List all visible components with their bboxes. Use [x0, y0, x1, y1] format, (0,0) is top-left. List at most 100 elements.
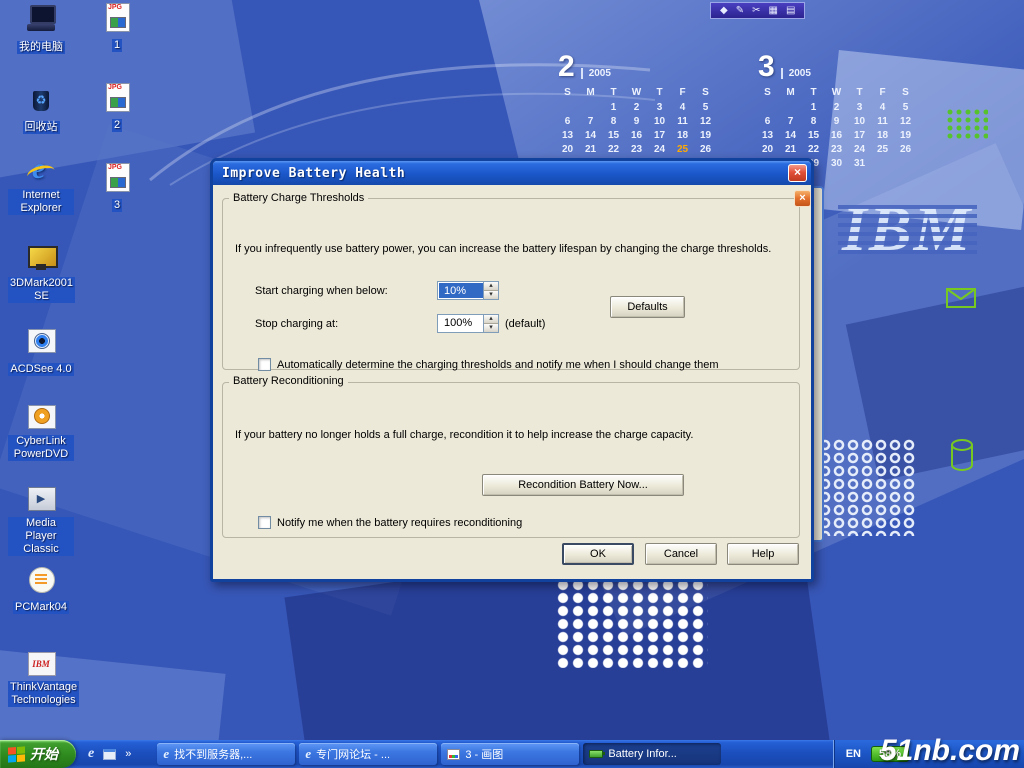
ok-button[interactable]: OK: [562, 543, 634, 565]
desktop-icon-thinkvantage[interactable]: ThinkVantage Technologies: [8, 648, 74, 708]
quick-launch-expand-icon[interactable]: »: [125, 748, 131, 760]
task-label: Battery Infor...: [608, 748, 676, 760]
stop-threshold-value[interactable]: 100%: [438, 315, 483, 332]
calendar-day: 19: [694, 130, 717, 141]
start-button[interactable]: 开始: [0, 740, 76, 768]
desktop-icon-jpg-2[interactable]: JPG 2: [94, 82, 140, 133]
notify-reconditioning-label[interactable]: Notify me when the battery requires reco…: [277, 517, 522, 529]
calendar-day: 6: [756, 116, 779, 127]
calendar-day: 2: [825, 102, 848, 113]
spinner-arrows: ▴ ▾: [483, 315, 498, 332]
desktop: IBM 2 2005 SMTWTFS 123456789101112131415…: [0, 0, 1024, 768]
calendar-weekday: W: [625, 87, 648, 98]
calendar-day: 21: [779, 144, 802, 155]
cylinder-icon: [950, 438, 974, 474]
desktop-icon-label: 3DMark2001 SE: [8, 277, 75, 303]
recondition-battery-button[interactable]: Recondition Battery Now...: [482, 474, 684, 496]
close-icon[interactable]: ×: [788, 164, 807, 182]
desktop-icon-label: ACDSee 4.0: [8, 363, 73, 376]
calendar-weekday: T: [848, 87, 871, 98]
calendar-day: 22: [802, 144, 825, 155]
dialog-titlebar[interactable]: Improve Battery Health ×: [213, 161, 811, 185]
quick-launch: e »: [76, 740, 143, 768]
calendar-month: 3: [758, 54, 775, 80]
calendar-day: 24: [848, 144, 871, 155]
spinner-down-icon[interactable]: ▾: [484, 324, 498, 332]
show-desktop-icon[interactable]: [103, 749, 116, 760]
auto-determine-checkbox[interactable]: [258, 358, 271, 371]
taskbar-task-paint[interactable]: 3 - 画图: [441, 743, 579, 765]
task-buttons: e 找不到服务器,... e 专门网论坛 - ... 3 - 画图 Batter…: [157, 740, 721, 768]
dialog-body: Battery Charge Thresholds If you infrequ…: [213, 185, 811, 579]
calendar-day: 11: [871, 116, 894, 127]
calendar-day: 8: [802, 116, 825, 127]
stop-threshold-spinner[interactable]: 100% ▴ ▾: [437, 314, 499, 333]
auto-determine-label[interactable]: Automatically determine the charging thr…: [277, 359, 718, 371]
calendar-day: 21: [579, 144, 602, 155]
calendar-day: [871, 158, 894, 169]
mini-toolbar-icon[interactable]: ✎: [736, 3, 744, 18]
taskbar-task-forum[interactable]: e 专门网论坛 - ...: [299, 743, 437, 765]
spinner-up-icon[interactable]: ▴: [484, 315, 498, 324]
desktop-icon-acdsee[interactable]: ACDSee 4.0: [8, 326, 74, 377]
calendar-day: 14: [579, 130, 602, 141]
desktop-icon-media-player-classic[interactable]: Media Player Classic: [8, 484, 74, 557]
desktop-icon-pcmark04[interactable]: PCMark04: [8, 564, 74, 615]
quick-launch-ie-icon[interactable]: e: [88, 746, 94, 762]
calendar-weekday: S: [694, 87, 717, 98]
defaults-button[interactable]: Defaults: [610, 296, 685, 318]
calendar-weekday: M: [579, 87, 602, 98]
start-charging-label: Start charging when below:: [255, 285, 388, 297]
mini-toolbar-icon[interactable]: ✂: [752, 3, 760, 18]
calendar-day: 17: [648, 130, 671, 141]
calendar-day: 4: [871, 102, 894, 113]
calendar-year: 2005: [581, 68, 611, 79]
start-threshold-value[interactable]: 10%: [439, 283, 483, 298]
calendar-day: 20: [556, 144, 579, 155]
calendar-weekday: S: [556, 87, 579, 98]
calendar-march: 3 2005 SMTWTFS 1234567891011121314151617…: [756, 54, 917, 169]
mini-toolbar-icon[interactable]: ◆: [720, 3, 728, 18]
taskbar-task-server-not-found[interactable]: e 找不到服务器,...: [157, 743, 295, 765]
spinner-up-icon[interactable]: ▴: [484, 282, 498, 291]
envelope-icon: [946, 288, 976, 308]
calendar-february: 2 2005 SMTWTFS 1234567891011121314151617…: [556, 54, 717, 169]
my-computer-icon: [25, 4, 57, 34]
mini-toolbar-icon[interactable]: ▤: [786, 3, 795, 18]
taskbar-task-battery-information[interactable]: Battery Infor...: [583, 743, 721, 765]
thinkvantage-icon: [25, 648, 57, 678]
language-indicator[interactable]: EN: [846, 748, 861, 760]
start-threshold-spinner[interactable]: 10% ▴ ▾: [437, 281, 499, 300]
calendar-day: 23: [625, 144, 648, 155]
spinner-down-icon[interactable]: ▾: [484, 291, 498, 299]
mini-toolbar-icon[interactable]: ▦: [768, 3, 777, 18]
mini-toolbar[interactable]: ◆ ✎ ✂ ▦ ▤: [710, 2, 805, 19]
calendar-weekday: F: [871, 87, 894, 98]
keypad-pattern: [946, 108, 988, 140]
dot-pattern-solid: [556, 578, 708, 668]
desktop-icon-3dmark2001[interactable]: 3DMark2001 SE: [8, 244, 74, 304]
background-window-close-icon[interactable]: ×: [794, 190, 811, 207]
help-button[interactable]: Help: [727, 543, 799, 565]
calendar-day: 25: [671, 144, 694, 155]
cancel-button[interactable]: Cancel: [645, 543, 717, 565]
task-label: 专门网论坛 - ...: [316, 746, 390, 762]
reconditioning-description: If your battery no longer holds a full c…: [235, 429, 693, 441]
calendar-day: 22: [602, 144, 625, 155]
desktop-icon-jpg-3[interactable]: JPG 3: [94, 162, 140, 213]
desktop-icon-jpg-1[interactable]: JPG 1: [94, 2, 140, 53]
desktop-icon-internet-explorer[interactable]: Internet Explorer: [8, 156, 74, 216]
calendar-day: 10: [848, 116, 871, 127]
desktop-icon-label: Internet Explorer: [8, 189, 74, 215]
desktop-icon-powerdvd[interactable]: CyberLink PowerDVD: [8, 402, 74, 462]
calendar-day: 12: [894, 116, 917, 127]
calendar-day: [579, 102, 602, 113]
calendar-day: 30: [825, 158, 848, 169]
calendar-day: 15: [602, 130, 625, 141]
desktop-icon-my-computer[interactable]: 我的电脑: [8, 4, 74, 55]
calendar-day: 18: [671, 130, 694, 141]
desktop-icon-recycle-bin[interactable]: 回收站: [8, 84, 74, 135]
calendar-day: [779, 102, 802, 113]
desktop-icon-label: Media Player Classic: [8, 517, 74, 556]
notify-reconditioning-checkbox[interactable]: [258, 516, 271, 529]
